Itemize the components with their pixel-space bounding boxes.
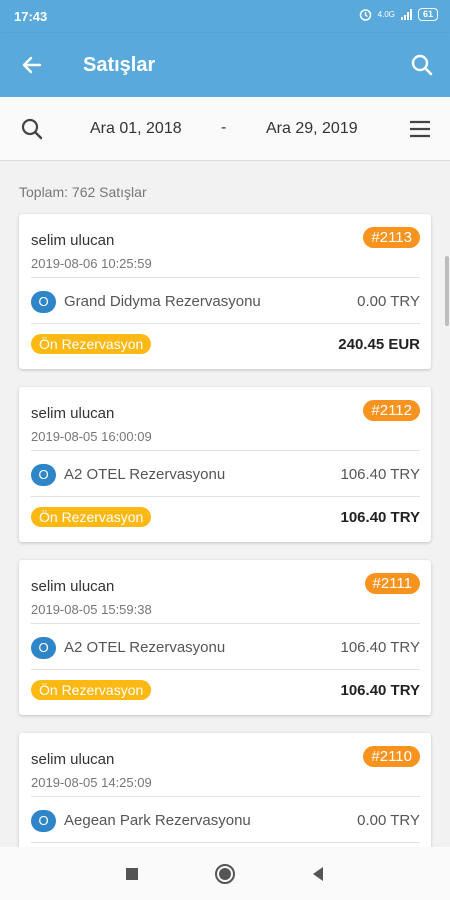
sale-card[interactable]: selim ulucan 2019-08-05 15:59:38 #2111 O…	[19, 560, 431, 715]
status-badge: Ön Rezervasyon	[31, 680, 152, 700]
sale-id-badge: #2111	[364, 573, 420, 594]
sale-total: 106.40 TRY	[340, 509, 421, 526]
end-date[interactable]: Ara 29, 2019	[266, 120, 358, 138]
sale-id-badge: #2112	[363, 400, 420, 421]
hotel-name: Aegean Park Rezervasyonu	[64, 812, 251, 829]
customer-name: selim ulucan	[31, 578, 115, 595]
sale-total: 106.40 TRY	[340, 682, 421, 699]
app-bar: Satışlar	[0, 33, 450, 97]
signal-icon	[400, 9, 412, 20]
hotel-price: 0.00 TRY	[357, 293, 420, 310]
divider	[31, 450, 420, 451]
date-filter-bar: Ara 01, 2018 - Ara 29, 2019	[0, 97, 450, 161]
divider	[31, 669, 420, 670]
home-icon[interactable]	[213, 862, 237, 886]
status-icons: 4.0G 61	[359, 8, 438, 21]
sale-total: 240.45 EUR	[338, 336, 420, 353]
hotel-name: Grand Didyma Rezervasyonu	[64, 293, 261, 310]
sale-id-badge: #2113	[363, 227, 420, 248]
back-arrow-icon[interactable]	[18, 51, 46, 79]
hotel-name: A2 OTEL Rezervasyonu	[64, 466, 226, 483]
nav-back-icon[interactable]	[306, 862, 330, 886]
hotel-badge-icon: O	[31, 464, 56, 486]
filter-search-icon[interactable]	[18, 115, 46, 143]
hotel-price: 106.40 TRY	[340, 466, 420, 483]
sales-list[interactable]: Toplam: 762 Satışlar selim ulucan 2019-0…	[0, 161, 450, 847]
sale-card[interactable]: selim ulucan 2019-08-05 16:00:09 #2112 O…	[19, 387, 431, 542]
sale-card[interactable]: selim ulucan 2019-08-05 14:25:09 #2110 O…	[19, 733, 431, 847]
search-icon[interactable]	[408, 51, 436, 79]
start-date[interactable]: Ara 01, 2018	[90, 120, 182, 138]
customer-name: selim ulucan	[31, 751, 115, 768]
customer-name: selim ulucan	[31, 405, 115, 422]
status-time: 17:43	[14, 9, 48, 24]
status-badge: Ön Rezervasyon	[31, 334, 152, 354]
divider	[31, 323, 420, 324]
hotel-price: 0.00 TRY	[357, 812, 420, 829]
sale-card[interactable]: selim ulucan 2019-08-06 10:25:59 #2113 O…	[19, 214, 431, 369]
sale-datetime: 2019-08-05 16:00:09	[31, 429, 152, 444]
sale-datetime: 2019-08-06 10:25:59	[31, 256, 152, 271]
hotel-badge-icon: O	[31, 291, 56, 313]
divider	[31, 277, 420, 278]
alarm-icon	[359, 9, 371, 21]
hotel-price: 106.40 TRY	[340, 639, 420, 656]
network-type: 4.0G	[377, 10, 395, 19]
scrollbar[interactable]	[445, 256, 449, 326]
status-bar: 17:43 4.0G 61	[0, 0, 450, 33]
sale-id-badge: #2110	[363, 746, 420, 767]
customer-name: selim ulucan	[31, 232, 115, 249]
divider	[31, 496, 420, 497]
hotel-name: A2 OTEL Rezervasyonu	[64, 639, 226, 656]
divider	[31, 842, 420, 843]
recent-apps-icon[interactable]	[120, 862, 144, 886]
system-nav-bar	[0, 847, 450, 900]
date-separator: -	[221, 119, 227, 136]
sale-datetime: 2019-08-05 15:59:38	[31, 602, 152, 617]
divider	[31, 796, 420, 797]
total-count: Toplam: 762 Satışlar	[19, 184, 147, 200]
sale-datetime: 2019-08-05 14:25:09	[31, 775, 152, 790]
status-badge: Ön Rezervasyon	[31, 507, 152, 527]
page-title: Satışlar	[83, 54, 156, 76]
menu-icon[interactable]	[408, 117, 432, 141]
hotel-badge-icon: O	[31, 637, 56, 659]
hotel-badge-icon: O	[31, 810, 56, 832]
battery-icon: 61	[417, 8, 438, 21]
divider	[31, 623, 420, 624]
